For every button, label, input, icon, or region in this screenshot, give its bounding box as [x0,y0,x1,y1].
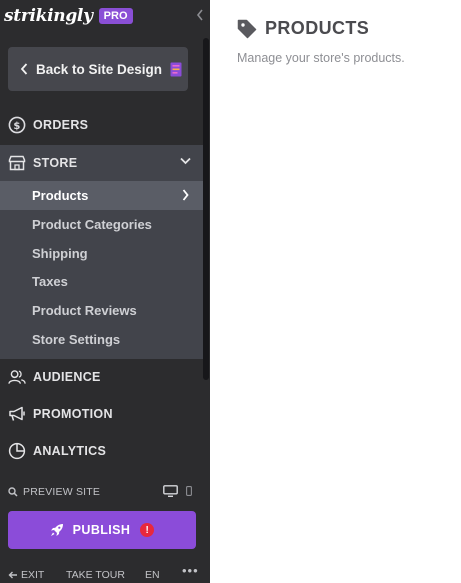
store-item-label: Products [32,188,89,203]
nav-analytics[interactable]: ANALYTICS [0,433,203,469]
back-button-label: Back to Site Design [36,61,163,77]
storefront-icon [8,154,26,172]
brand-logo: strikingly [4,6,93,26]
sidebar-footer: EXIT TAKE TOUR EN ••• [0,563,210,583]
preview-devices [163,485,192,497]
more-options-button[interactable]: ••• [182,563,199,578]
exit-link[interactable]: EXIT [8,569,44,581]
store-item-label: Taxes [32,274,68,289]
publish-button[interactable]: PUBLISH ! [8,511,196,549]
publish-alert-badge: ! [140,523,155,537]
back-to-site-design-button[interactable]: Back to Site Design [8,47,188,91]
users-icon [8,368,26,386]
svg-text:$: $ [13,121,20,132]
chevron-left-icon [196,9,203,21]
pie-chart-icon [8,442,26,460]
nav-orders[interactable]: $ ORDERS [0,107,203,143]
brand: strikingly PRO [4,4,133,28]
store-item-store-settings[interactable]: Store Settings [0,325,203,354]
page-subtitle: Manage your store's products. [237,51,405,65]
chevron-right-icon [182,189,189,201]
store-group: STORE Products Product Categories Shippi… [0,145,203,359]
collapse-sidebar-button[interactable] [194,8,206,22]
dollar-circle-icon: $ [8,116,26,134]
store-item-label: Product Reviews [32,303,137,318]
page-title: PRODUCTS [265,18,370,38]
store-item-label: Shipping [32,246,88,261]
take-tour-link[interactable]: TAKE TOUR [66,569,125,581]
exit-label: EXIT [21,568,45,581]
publish-label: PUBLISH [72,523,131,537]
monitor-icon[interactable] [163,485,178,497]
chevron-left-icon [20,63,28,75]
site-design-icon [170,62,182,77]
pro-badge: PRO [98,8,133,24]
store-item-taxes[interactable]: Taxes [0,267,203,296]
nav-audience-label: AUDIENCE [33,370,101,384]
chevron-down-icon [180,157,191,165]
nav-promotion-label: PROMOTION [33,407,113,421]
search-icon [8,487,18,497]
nav-audience[interactable]: AUDIENCE [0,359,203,395]
nav-analytics-label: ANALYTICS [33,444,107,458]
page-header: PRODUCTS [237,18,369,39]
arrow-left-icon [8,571,17,578]
nav-orders-label: ORDERS [33,118,89,132]
store-item-shipping[interactable]: Shipping [0,239,203,268]
store-item-products[interactable]: Products [0,181,203,210]
phone-icon[interactable] [186,486,192,496]
store-item-product-categories[interactable]: Product Categories [0,210,203,239]
megaphone-icon [8,405,26,423]
store-item-label: Product Categories [32,217,152,232]
preview-site-link[interactable]: PREVIEW SITE [8,484,192,500]
tag-icon [237,19,257,39]
store-item-label: Store Settings [32,332,121,347]
language-selector[interactable]: EN [145,569,160,581]
nav-store-label: STORE [33,156,78,170]
preview-site-label: PREVIEW SITE [23,486,101,498]
nav-promotion[interactable]: PROMOTION [0,396,203,432]
store-item-product-reviews[interactable]: Product Reviews [0,296,203,325]
sidebar-scrollbar[interactable] [203,38,209,380]
sidebar: strikingly PRO Back to Site Design $ ORD… [0,0,210,583]
rocket-icon [50,523,64,537]
nav-store[interactable]: STORE [0,145,203,181]
